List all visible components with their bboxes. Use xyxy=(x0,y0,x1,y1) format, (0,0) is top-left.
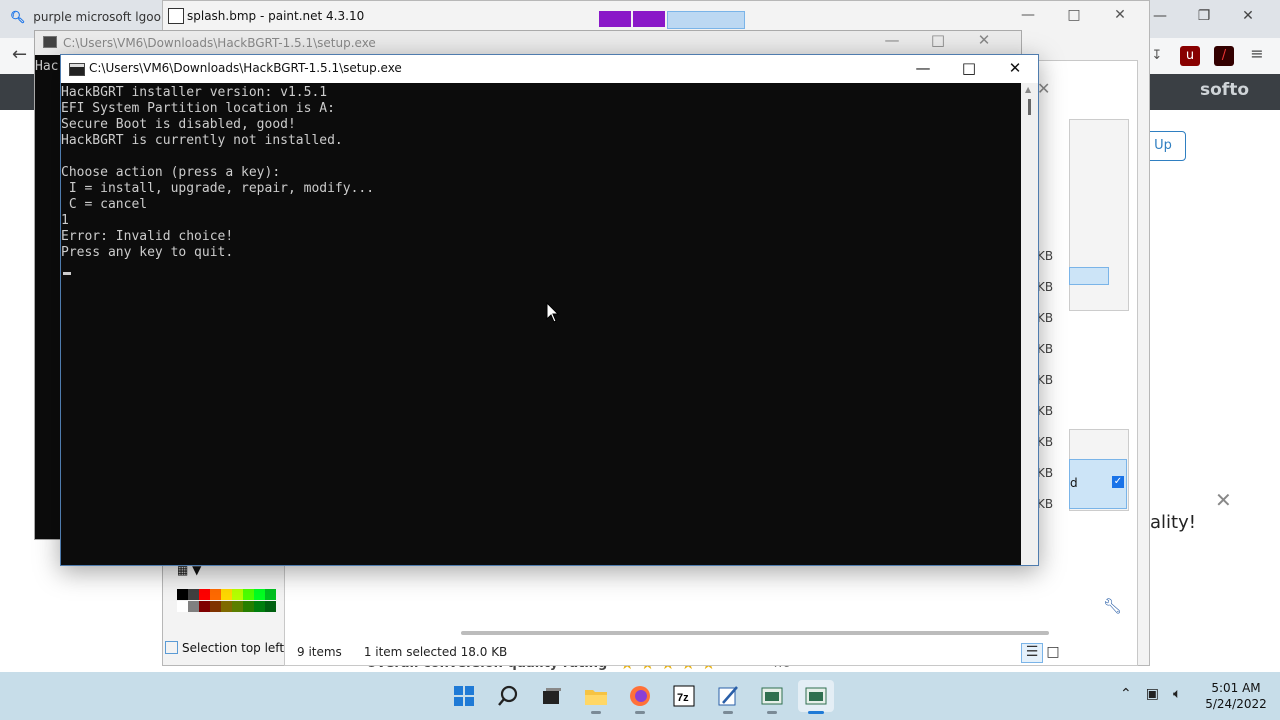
popup-text: ality! xyxy=(1150,512,1196,533)
7zip-icon[interactable]: 7z xyxy=(666,680,702,712)
browser-window-controls: — ❐ ✕ xyxy=(1138,8,1270,24)
selected-item[interactable] xyxy=(1069,267,1109,285)
items-count: 9 items xyxy=(297,645,342,659)
paintnet-app-icon xyxy=(168,8,184,24)
console-icon xyxy=(43,36,57,48)
running-indicator xyxy=(635,711,645,714)
task-view-icon[interactable] xyxy=(534,680,570,712)
running-indicator xyxy=(591,711,601,714)
popup-close-icon[interactable]: ✕ xyxy=(1215,488,1232,512)
view-buttons: ☰ □ xyxy=(1021,643,1063,663)
size-cell: KB xyxy=(1037,435,1054,449)
running-indicator xyxy=(723,711,733,714)
paintnet-window-controls: — □ ✕ xyxy=(1005,7,1143,23)
active-indicator xyxy=(808,711,824,714)
minimize-icon[interactable]: — xyxy=(869,31,915,49)
size-cell: KB xyxy=(1037,497,1054,511)
network-icon[interactable]: ▣ xyxy=(1146,686,1159,702)
volume-icon[interactable]: 🔈︎ xyxy=(1173,686,1181,702)
console-output: HackBGRT installer version: v1.5.1 EFI S… xyxy=(61,85,375,260)
image-thumbnails xyxy=(599,11,747,29)
size-cell: KB xyxy=(1037,342,1054,356)
tiles-view-icon[interactable]: □ xyxy=(1043,644,1063,662)
size-cell: KB xyxy=(1037,373,1054,387)
size-cell: KB xyxy=(1037,404,1054,418)
scroll-thumb[interactable] xyxy=(1028,99,1031,115)
chevron-up-icon[interactable]: ⌃ xyxy=(1120,686,1132,702)
wrench-icon[interactable]: 🔧︎ xyxy=(1103,597,1122,615)
size-cell: KB xyxy=(1037,466,1054,480)
start-icon[interactable] xyxy=(446,680,482,712)
close-icon[interactable]: ✕ xyxy=(992,55,1038,83)
selected-row[interactable]: d ✓ xyxy=(1069,459,1127,509)
close-icon[interactable]: ✕ xyxy=(1097,7,1143,23)
console-title: C:\Users\VM6\Downloads\HackBGRT-1.5.1\se… xyxy=(89,61,402,75)
minimize-icon[interactable]: — xyxy=(900,55,946,83)
file-explorer-icon[interactable] xyxy=(578,680,614,714)
mouse-pointer-icon xyxy=(546,302,560,323)
console-back-window-controls: — □ ✕ xyxy=(869,31,1007,49)
size-cell: KB xyxy=(1037,311,1054,325)
system-tray: ⌃ ▣ 🔈︎ xyxy=(1120,686,1195,702)
console-window-controls: — □ ✕ xyxy=(900,55,1038,83)
clock-time: 5:01 AM xyxy=(1211,681,1261,695)
site-logo[interactable]: softo xyxy=(1200,80,1249,100)
size-column: KB KB KB KB KB KB KB KB KB xyxy=(1037,249,1053,528)
scroll-up-arrow-icon[interactable]: ▲ xyxy=(1025,85,1031,94)
running-indicator xyxy=(767,711,777,714)
console-back-title: C:\Users\VM6\Downloads\HackBGRT-1.5.1\se… xyxy=(63,36,376,50)
close-icon[interactable]: ✕ xyxy=(961,31,1007,49)
menu-icon[interactable]: ≡ xyxy=(1247,44,1267,64)
firefox-icon[interactable] xyxy=(622,680,658,714)
text-cursor xyxy=(63,272,71,275)
checkbox-icon[interactable]: ✓ xyxy=(1112,476,1124,488)
console-icon[interactable] xyxy=(798,680,834,714)
image-thumbnail-selected[interactable] xyxy=(667,11,745,29)
maximize-icon[interactable]: □ xyxy=(915,31,961,49)
close-icon[interactable]: ✕ xyxy=(1226,8,1270,24)
console-scrollbar[interactable]: ▲ xyxy=(1021,83,1038,565)
clock-date: 5/24/2022 xyxy=(1205,697,1267,711)
minimize-icon[interactable]: — xyxy=(1005,7,1051,23)
details-view-icon[interactable]: ☰ xyxy=(1021,643,1043,663)
extension-icon[interactable]: / xyxy=(1214,46,1234,66)
image-thumbnail[interactable] xyxy=(599,11,631,27)
size-cell: KB xyxy=(1037,280,1054,294)
image-thumbnail[interactable] xyxy=(633,11,665,27)
console-icon[interactable] xyxy=(754,680,790,714)
selected-row-text: d xyxy=(1070,476,1078,490)
browser-tab[interactable]: 🔍︎ purple microsoft lgoo tra xyxy=(10,10,182,24)
horizontal-scrollbar[interactable] xyxy=(461,631,1049,635)
color-palette-row2[interactable] xyxy=(177,601,276,615)
restore-icon[interactable]: ❐ xyxy=(1182,8,1226,24)
console-icon xyxy=(69,63,85,76)
console-back-text: Hac xyxy=(35,59,59,74)
selection-icon xyxy=(165,641,178,654)
maximize-icon[interactable]: □ xyxy=(1051,7,1097,23)
maximize-icon[interactable]: □ xyxy=(946,55,992,83)
ublock-icon[interactable]: u xyxy=(1180,46,1200,66)
close-icon[interactable]: ✕ xyxy=(1037,79,1050,98)
browser-tab-label: purple microsoft lgoo tra xyxy=(33,10,182,24)
taskbar: 7z ⌃ ▣ 🔈︎ 5:01 AM 5/24/2022 xyxy=(0,672,1280,720)
svg-text:7z: 7z xyxy=(677,692,689,704)
explorer-status-bar: 9 items 1 item selected 18.0 KB xyxy=(297,645,529,659)
size-cell: KB xyxy=(1037,249,1054,263)
clock[interactable]: 5:01 AM 5/24/2022 xyxy=(1196,680,1276,712)
console-output-area[interactable]: HackBGRT installer version: v1.5.1 EFI S… xyxy=(61,83,1021,565)
taskbar-apps: 7z xyxy=(446,680,842,714)
paintnet-icon[interactable] xyxy=(710,680,746,714)
download-icon[interactable]: ↧ xyxy=(1147,46,1167,66)
search-icon: 🔍︎ xyxy=(10,10,26,24)
selection-info: 1 item selected 18.0 KB xyxy=(363,645,508,659)
back-arrow-icon[interactable]: ← xyxy=(12,44,27,65)
search-icon[interactable] xyxy=(490,680,526,712)
paintnet-title: splash.bmp - paint.net 4.3.10 xyxy=(187,9,365,23)
